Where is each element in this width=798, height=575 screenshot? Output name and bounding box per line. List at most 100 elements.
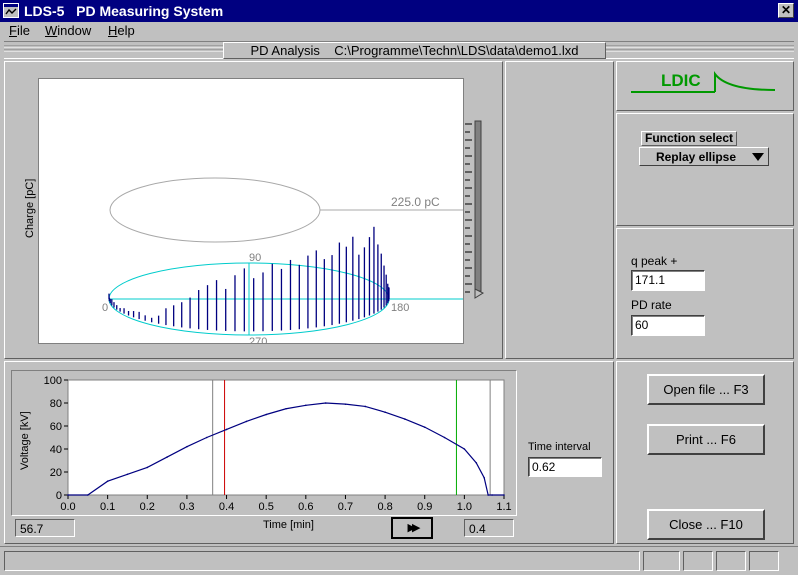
voltage-data-point xyxy=(487,494,489,496)
ellipse-plot-area: 225.0 pC 0 90 180 270 xyxy=(38,78,464,344)
app-icon xyxy=(3,3,19,18)
qpeak-field[interactable]: 171.1 xyxy=(631,270,705,291)
voltage-plot-area xyxy=(67,379,505,496)
pdrate-label: PD rate xyxy=(631,298,672,312)
menu-file-label: ile xyxy=(16,23,30,38)
pdrate-field[interactable]: 60 xyxy=(631,315,705,336)
y-tick-label: 60 xyxy=(50,421,62,433)
function-select-dropdown[interactable]: Replay ellipse xyxy=(639,147,769,166)
x-tick-label: 0.6 xyxy=(298,501,313,513)
close-window-button[interactable]: ✕ xyxy=(778,3,794,18)
x-tick-label: 1.0 xyxy=(457,501,472,513)
voltage-axis-label: Voltage [kV] xyxy=(19,411,31,470)
voltage-data-point xyxy=(364,405,367,408)
voltage-data-point xyxy=(463,448,466,450)
middle-panel xyxy=(505,61,614,359)
voltage-data-point xyxy=(87,494,89,496)
time-interval-field[interactable]: 0.62 xyxy=(528,457,602,477)
time-readout: 0.4 xyxy=(464,519,514,537)
function-select-label: Function select xyxy=(641,131,737,146)
x-tick-label: 0.0 xyxy=(60,501,75,513)
voltage-data-point xyxy=(285,407,287,410)
x-tick-label: 0.2 xyxy=(140,501,155,513)
fast-forward-button[interactable]: ▶▶ xyxy=(391,517,433,539)
voltage-data-point xyxy=(67,494,69,496)
qpeak-label: q peak + xyxy=(631,254,678,268)
menu-help-label: elp xyxy=(117,23,135,38)
voltage-data-point xyxy=(443,436,446,439)
x-tick-label: 0.8 xyxy=(377,501,392,513)
status-bar xyxy=(0,546,798,575)
phase-label-270: 270 xyxy=(249,336,267,343)
voltage-data-point xyxy=(384,411,386,413)
menu-bar: File Window Help xyxy=(0,22,798,41)
logo-panel: LDIC xyxy=(616,61,794,111)
menu-window-mnemonic: W xyxy=(45,23,58,38)
y-tick-label: 20 xyxy=(50,467,62,479)
x-tick-label: 0.5 xyxy=(259,501,274,513)
ellipse-panel: 225.0 pC 0 90 180 270 Charge [pC] xyxy=(4,61,503,359)
menu-help-mnemonic: H xyxy=(108,23,118,38)
menu-file[interactable]: File xyxy=(9,23,30,38)
voltage-data-point xyxy=(225,428,228,431)
x-tick-label: 0.3 xyxy=(179,501,194,513)
ldic-logo: LDIC xyxy=(631,71,776,93)
status-pane-2 xyxy=(683,551,713,571)
charge-axis-label-container: Charge [pC] xyxy=(21,178,41,242)
x-tick-label: 1.1 xyxy=(496,501,511,513)
file-path-caption: PD Analysis C:\Programme\Techn\LDS\data\… xyxy=(223,42,606,59)
title-bar: LDS-5 PD Measuring System ✕ xyxy=(0,0,798,22)
reference-ellipse xyxy=(109,177,321,243)
y-tick-label: 80 xyxy=(50,398,62,410)
x-tick-label: 0.9 xyxy=(417,501,432,513)
voltage-data-point xyxy=(146,466,149,469)
open-file-button[interactable]: Open file ... F3 xyxy=(647,374,765,405)
voltage-data-point xyxy=(491,494,493,496)
slider-track[interactable] xyxy=(474,120,482,292)
measurements-panel: q peak + 171.1 PD rate 60 xyxy=(616,228,794,359)
voltage-data-point xyxy=(305,404,307,407)
voltage-data-point xyxy=(503,494,505,496)
voltage-data-point xyxy=(186,445,188,448)
fast-forward-icon: ▶▶ xyxy=(407,522,421,534)
voltage-data-point xyxy=(106,480,109,482)
voltage-data-point xyxy=(166,456,168,458)
function-select-panel: Function select Replay ellipse xyxy=(616,113,794,226)
reference-label: 225.0 pC xyxy=(391,195,440,209)
voltage-data-point xyxy=(265,413,267,416)
voltage-data-point xyxy=(423,426,426,428)
menu-help[interactable]: Help xyxy=(108,23,135,38)
voltage-data-point xyxy=(245,420,248,423)
close-button[interactable]: Close ... F10 xyxy=(647,509,765,540)
print-button[interactable]: Print ... F6 xyxy=(647,424,765,455)
voltage-panel: 0 20 40 60 80 100 0.0 0.1 0.2 0.3 0.4 0.5 0.6 0.7 0.8 0… xyxy=(4,361,614,544)
time-interval-label: Time interval xyxy=(528,441,591,453)
actions-panel: Open file ... F3 Print ... F6 Close ... … xyxy=(616,361,794,544)
ellipse-plot: 225.0 pC 0 90 180 270 xyxy=(102,177,463,343)
status-pane-3 xyxy=(716,551,746,571)
logo-text: LDIC xyxy=(661,71,701,90)
charge-scale-slider[interactable] xyxy=(460,118,490,358)
x-tick-label: 0.7 xyxy=(338,501,353,513)
window-title: LDS-5 PD Measuring System xyxy=(24,3,224,19)
voltage-readout: 56.7 xyxy=(15,519,75,537)
menu-file-mnemonic: F xyxy=(9,23,17,38)
x-tick-label: 0.4 xyxy=(219,501,234,513)
status-pane-main xyxy=(4,551,640,571)
function-select-value: Replay ellipse xyxy=(655,150,737,164)
voltage-axis-label-container: Voltage [kV] xyxy=(19,384,35,494)
header-strip: PD Analysis C:\Programme\Techn\LDS\data\… xyxy=(4,41,794,59)
chevron-down-icon[interactable] xyxy=(751,152,765,162)
voltage-data-point xyxy=(126,473,129,476)
status-pane-1 xyxy=(643,551,680,571)
x-tick-label: 0.1 xyxy=(100,501,115,513)
menu-window-label: indow xyxy=(57,23,92,38)
voltage-data-point xyxy=(404,418,406,420)
phase-label-0: 0 xyxy=(102,302,108,314)
voltage-plot-frame: 0 20 40 60 80 100 0.0 0.1 0.2 0.3 0.4 0.5 0.6 0.7 0.8 0… xyxy=(11,370,517,516)
voltage-data-point xyxy=(344,403,347,405)
menu-window[interactable]: Window xyxy=(45,23,91,38)
time-axis-label: Time [min] xyxy=(263,519,314,531)
charge-axis-label: Charge [pC] xyxy=(24,178,36,238)
voltage-data-point xyxy=(475,462,478,464)
